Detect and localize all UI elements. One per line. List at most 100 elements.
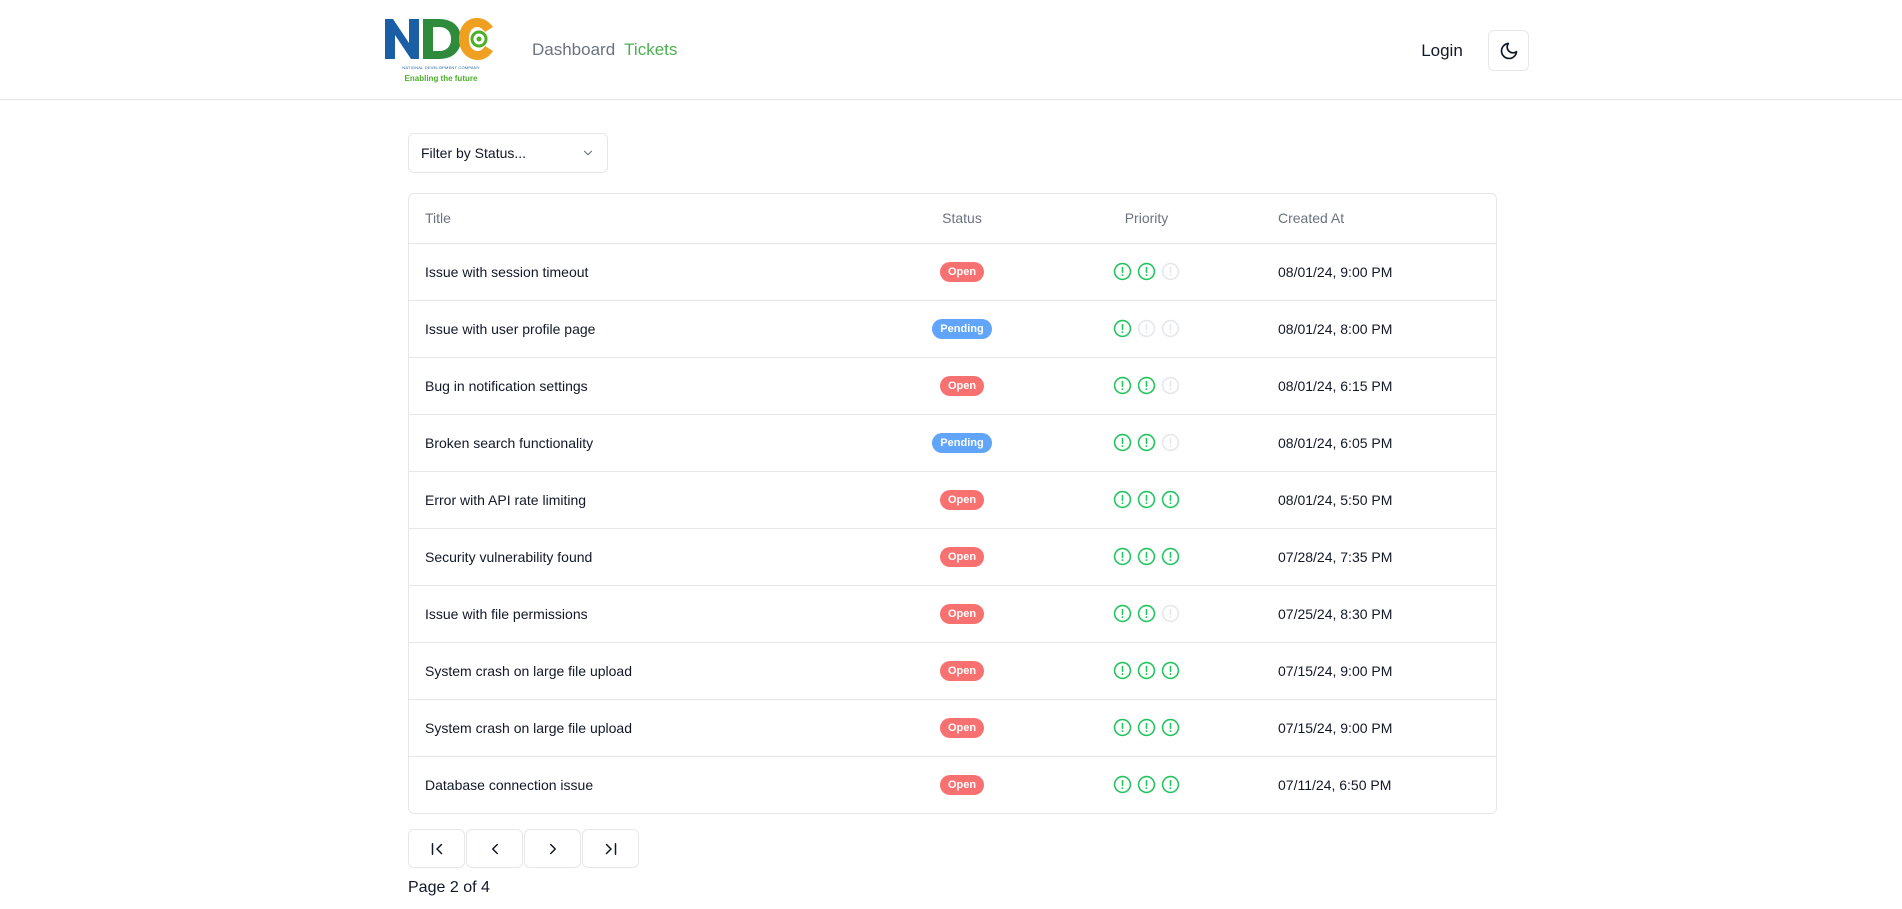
ticket-priority-cell [1015, 471, 1278, 529]
status-badge: Pending [932, 318, 992, 339]
next-page-button[interactable] [524, 829, 581, 868]
ticket-priority-cell [1015, 300, 1278, 358]
priority-indicator [1113, 319, 1180, 338]
ticket-status-cell: Open [909, 642, 1015, 700]
status-badge: Open [939, 489, 985, 510]
chevron-down-icon [583, 150, 593, 156]
column-header-title[interactable]: Title [409, 194, 909, 244]
priority-alert-icon [1137, 547, 1156, 566]
ticket-priority-cell [1015, 528, 1278, 586]
priority-alert-icon [1161, 776, 1180, 794]
table-row[interactable]: Database connection issue Open 07/11/24, 6… [409, 756, 1496, 813]
ticket-status-cell: Pending [909, 300, 1015, 358]
priority-alert-icon [1113, 718, 1132, 737]
first-page-button[interactable] [408, 829, 465, 868]
ticket-created-at: 07/25/24, 8:30 PM [1278, 585, 1496, 643]
ticket-created-at: 08/01/24, 9:00 PM [1278, 243, 1496, 301]
status-filter-select[interactable]: Filter by Status... [408, 133, 608, 173]
priority-alert-icon [1113, 661, 1132, 680]
nav-tickets-link[interactable]: Tickets [624, 40, 677, 60]
tickets-table: Title Status Priority Created At Issue w… [408, 193, 1497, 814]
ticket-title: Issue with session timeout [409, 243, 909, 301]
table-row[interactable]: Security vulnerability found Open 07/28/24… [409, 528, 1496, 586]
priority-indicator [1113, 661, 1180, 680]
ticket-priority-cell [1015, 699, 1278, 757]
login-button[interactable]: Login [1412, 38, 1472, 64]
status-badge: Open [939, 546, 985, 567]
nav-dashboard-link[interactable]: Dashboard [532, 40, 615, 60]
chevron-right-icon [549, 843, 556, 854]
ticket-priority-cell [1015, 414, 1278, 472]
of-label: of [463, 879, 477, 896]
status-badge: Open [939, 603, 985, 624]
ticket-title: Issue with user profile page [409, 300, 909, 358]
ticket-status-cell: Open [909, 585, 1015, 643]
priority-indicator [1113, 433, 1180, 452]
priority-alert-inactive-icon [1137, 319, 1156, 338]
first-page-icon [431, 842, 442, 855]
chevron-left-icon [491, 843, 498, 854]
ticket-status-cell: Open [909, 471, 1015, 529]
column-header-priority[interactable]: Priority [1015, 194, 1278, 244]
ticket-priority-cell [1015, 756, 1278, 813]
ticket-priority-cell [1015, 243, 1278, 301]
priority-alert-icon [1113, 490, 1132, 509]
status-badge: Open [939, 717, 985, 738]
ticket-status-cell: Open [909, 528, 1015, 586]
table-row[interactable]: Error with API rate limiting Open 08/01/24… [409, 471, 1496, 529]
priority-alert-icon [1113, 547, 1132, 566]
ndc-logo-icon [385, 18, 493, 60]
priority-indicator [1113, 718, 1180, 737]
ticket-status-cell: Pending [909, 414, 1015, 472]
ticket-status-cell: Open [909, 243, 1015, 301]
table-row[interactable]: Issue with user profile page Pending 08/01… [409, 300, 1496, 358]
table-row[interactable]: Issue with session timeout Open 08/01/24, … [409, 243, 1496, 301]
priority-alert-icon [1161, 661, 1180, 680]
table-row[interactable]: Bug in notification settings Open 08/01/24… [409, 357, 1496, 415]
main-nav: Dashboard Tickets [532, 40, 677, 60]
pagination-controls [408, 829, 639, 868]
company-logo[interactable]: NATIONAL DEVELOPMENT COMPANY Enabling th… [383, 15, 499, 83]
page-label: Page [408, 879, 446, 896]
status-badge: Pending [932, 432, 992, 453]
ticket-created-at: 07/15/24, 9:00 PM [1278, 642, 1496, 700]
priority-alert-icon [1161, 718, 1180, 737]
prev-page-button[interactable] [466, 829, 523, 868]
table-row[interactable]: System crash on large file upload Open 07/… [409, 642, 1496, 700]
ticket-status-cell: Open [909, 756, 1015, 813]
table-row[interactable]: System crash on large file upload Open 07/… [409, 699, 1496, 757]
table-row[interactable]: Issue with file permissions Open 07/25/24,… [409, 585, 1496, 643]
priority-alert-icon [1137, 661, 1156, 680]
ticket-created-at: 07/15/24, 9:00 PM [1278, 699, 1496, 757]
priority-alert-icon [1113, 433, 1132, 452]
theme-toggle-button[interactable] [1488, 30, 1529, 71]
ticket-created-at: 08/01/24, 8:00 PM [1278, 300, 1496, 358]
top-header: NATIONAL DEVELOPMENT COMPANY Enabling th… [0, 0, 1902, 100]
ticket-created-at: 08/01/24, 6:15 PM [1278, 357, 1496, 415]
priority-alert-icon [1113, 776, 1132, 794]
column-header-created-at[interactable]: Created At [1278, 194, 1496, 244]
last-page-button[interactable] [582, 829, 639, 868]
table-header-row: Title Status Priority Created At [409, 194, 1496, 244]
priority-alert-icon [1113, 376, 1132, 395]
priority-alert-icon [1137, 604, 1156, 623]
priority-alert-icon [1137, 376, 1156, 395]
ticket-title: Error with API rate limiting [409, 471, 909, 529]
priority-alert-icon [1137, 262, 1156, 281]
column-header-status[interactable]: Status [909, 194, 1015, 244]
priority-indicator [1113, 775, 1180, 794]
total-pages: 4 [480, 879, 490, 896]
status-badge: Open [939, 660, 985, 681]
ticket-status-cell: Open [909, 699, 1015, 757]
priority-indicator [1113, 604, 1180, 623]
table-row[interactable]: Broken search functionality Pending 08/01/… [409, 414, 1496, 472]
ticket-priority-cell [1015, 357, 1278, 415]
ticket-created-at: 07/28/24, 7:35 PM [1278, 528, 1496, 586]
priority-alert-icon [1113, 604, 1132, 623]
page-indicator: Page 2 of 4 [408, 879, 490, 897]
ticket-created-at: 08/01/24, 5:50 PM [1278, 471, 1496, 529]
status-badge: Open [939, 261, 985, 282]
ticket-title: Security vulnerability found [409, 528, 909, 586]
priority-alert-icon [1137, 718, 1156, 737]
ticket-priority-cell [1015, 585, 1278, 643]
